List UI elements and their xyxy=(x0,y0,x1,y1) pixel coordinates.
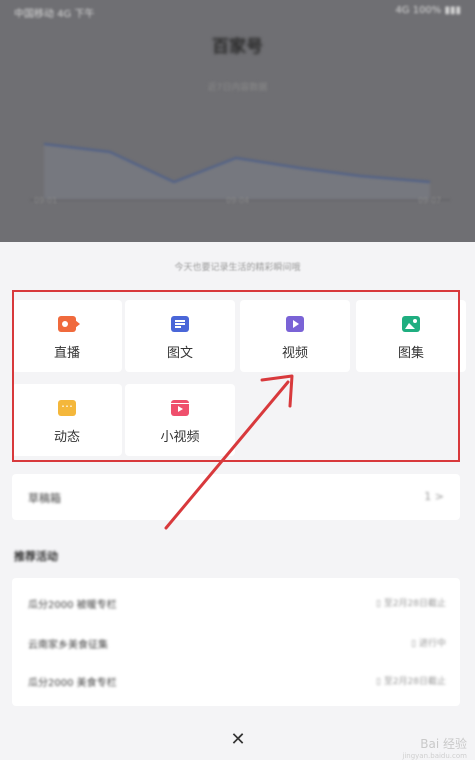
activity-status: ▯ 进行中 xyxy=(411,639,446,649)
watermark-url: jingyan.baidu.com xyxy=(402,752,467,760)
sheet-header-tip: 今天也要记录生活的精彩瞬间哦 xyxy=(174,263,301,273)
list-item[interactable]: 瓜分2000 美食专栏 ▯ 至2月28日截止 xyxy=(12,662,460,698)
activities-list: 瓜分2000 被暖专栏 ▯ 至2月28日截止 云南家乡美食征集 ▯ 进行中 瓜分… xyxy=(12,578,460,706)
background-trend-chart xyxy=(30,143,450,201)
close-icon[interactable]: ✕ xyxy=(226,728,250,752)
drafts-row[interactable]: 草稿箱 1 > xyxy=(12,474,460,520)
create-bottom-sheet: 今天也要记录生活的精彩瞬间哦 直播 图文 视频 图集 动态 小视频 草稿箱 1 … xyxy=(0,242,475,760)
status-bar: 中国移动 4G 下午 4G 100% ▮▮▮ xyxy=(0,0,475,24)
axis-label-end: 09-07 xyxy=(418,196,442,205)
drafts-count: 1 > xyxy=(424,490,444,503)
activity-title: 云南家乡美食征集 xyxy=(28,640,108,651)
list-item[interactable]: 瓜分2000 被暖专栏 ▯ 至2月28日截止 xyxy=(12,584,460,620)
activity-deadline: ▯ 至2月28日截止 xyxy=(376,677,446,687)
watermark-brand: Bai 经验 xyxy=(420,737,467,751)
drafts-label: 草稿箱 xyxy=(28,492,61,505)
background-title: 百家号 xyxy=(212,37,263,57)
status-carrier-time: 中国移动 4G 下午 xyxy=(14,9,95,20)
activity-title: 瓜分2000 被暖专栏 xyxy=(28,600,117,611)
background-page: 中国移动 4G 下午 4G 100% ▮▮▮ 百家号 近7日内容数据 09-01… xyxy=(0,0,475,242)
axis-label-mid: 09-04 xyxy=(226,196,250,205)
chart-area xyxy=(44,144,430,200)
status-indicators: 4G 100% ▮▮▮ xyxy=(395,5,461,16)
list-item[interactable]: 云南家乡美食征集 ▯ 进行中 xyxy=(12,624,460,660)
axis-label-start: 09-01 xyxy=(34,196,58,205)
activities-section-title: 推荐活动 xyxy=(14,550,58,563)
activity-title: 瓜分2000 美食专栏 xyxy=(28,678,117,689)
activity-deadline: ▯ 至2月28日截止 xyxy=(376,599,446,609)
background-subtitle: 近7日内容数据 xyxy=(207,83,268,93)
highlight-annotation-box xyxy=(12,290,460,462)
